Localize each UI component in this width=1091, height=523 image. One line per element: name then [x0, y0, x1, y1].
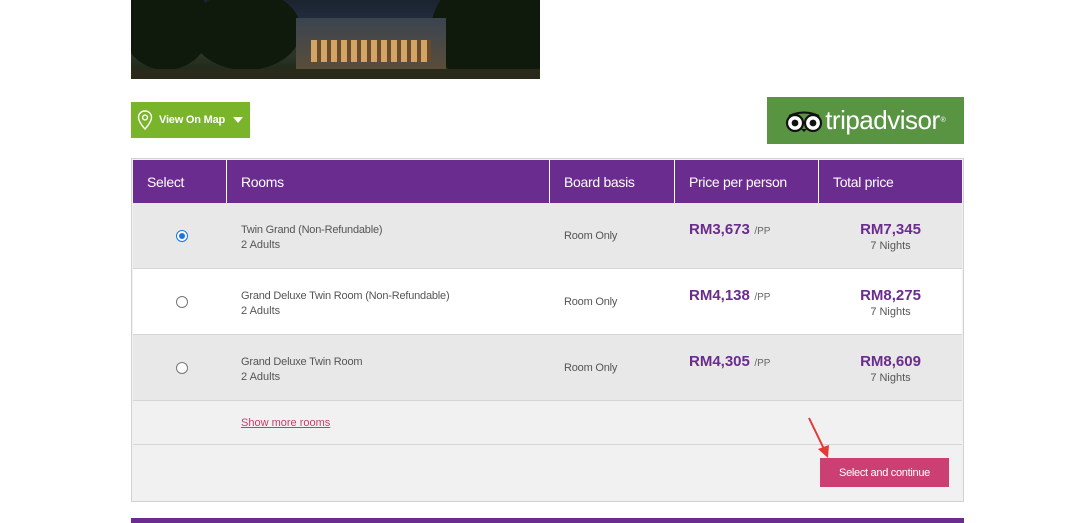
- header-rooms: Rooms: [227, 160, 550, 203]
- rooms-table: Select Rooms Board basis Price per perso…: [131, 158, 964, 502]
- pp-unit: /PP: [754, 226, 771, 237]
- price-per-person: RM3,673: [689, 221, 750, 238]
- show-more-rooms-link[interactable]: Show more rooms: [241, 417, 330, 429]
- header-select: Select: [133, 160, 227, 203]
- price-per-person: RM4,138: [689, 287, 750, 304]
- hotel-photo: [131, 0, 540, 79]
- tripadvisor-logo[interactable]: tripadvisor ®: [767, 97, 964, 144]
- tripadvisor-owl-icon: [786, 111, 823, 132]
- board-basis: Room Only: [564, 296, 618, 308]
- table-row[interactable]: Grand Deluxe Twin Room 2 Adults Room Onl…: [133, 335, 962, 401]
- header-price-per-person: Price per person: [675, 160, 819, 203]
- pp-unit: /PP: [754, 292, 771, 303]
- room-occupancy: 2 Adults: [241, 305, 281, 317]
- tripadvisor-wordmark: tripadvisor: [825, 105, 940, 135]
- nights-count: 7 Nights: [870, 240, 911, 252]
- total-price: RM8,609: [860, 353, 921, 370]
- table-row[interactable]: Twin Grand (Non-Refundable) 2 Adults Roo…: [133, 203, 962, 269]
- total-price: RM7,345: [860, 221, 921, 238]
- show-more-row: Show more rooms: [133, 402, 962, 445]
- nights-count: 7 Nights: [870, 372, 911, 384]
- price-per-person: RM4,305: [689, 353, 750, 370]
- header-total-price: Total price: [833, 173, 894, 190]
- chevron-down-icon: [233, 117, 244, 123]
- room-name: Grand Deluxe Twin Room: [241, 356, 363, 368]
- room-name: Grand Deluxe Twin Room (Non-Refundable): [241, 290, 450, 302]
- room-radio[interactable]: [176, 229, 188, 242]
- pp-unit: /PP: [754, 358, 771, 369]
- select-and-continue-button[interactable]: Select and continue: [820, 458, 949, 487]
- nights-count: 7 Nights: [870, 306, 911, 318]
- registered-mark: ®: [940, 117, 946, 124]
- room-name: Twin Grand (Non-Refundable): [241, 224, 383, 236]
- room-radio[interactable]: [176, 295, 188, 308]
- table-row[interactable]: Grand Deluxe Twin Room (Non-Refundable) …: [133, 269, 962, 335]
- room-occupancy: 2 Adults: [241, 371, 281, 383]
- pointer-arrow-icon: [808, 417, 829, 458]
- total-price: RM8,275: [860, 287, 921, 304]
- next-section-header: [131, 518, 964, 523]
- view-on-map-button[interactable]: View On Map: [131, 102, 250, 138]
- view-on-map-label: View On Map: [159, 114, 226, 126]
- board-basis: Room Only: [564, 230, 618, 242]
- map-pin-icon: [137, 110, 153, 130]
- header-board-basis: Board basis: [550, 160, 675, 203]
- room-occupancy: 2 Adults: [241, 239, 281, 251]
- table-header: Select Rooms Board basis Price per perso…: [133, 160, 962, 203]
- room-radio[interactable]: [176, 361, 188, 374]
- board-basis: Room Only: [564, 362, 618, 374]
